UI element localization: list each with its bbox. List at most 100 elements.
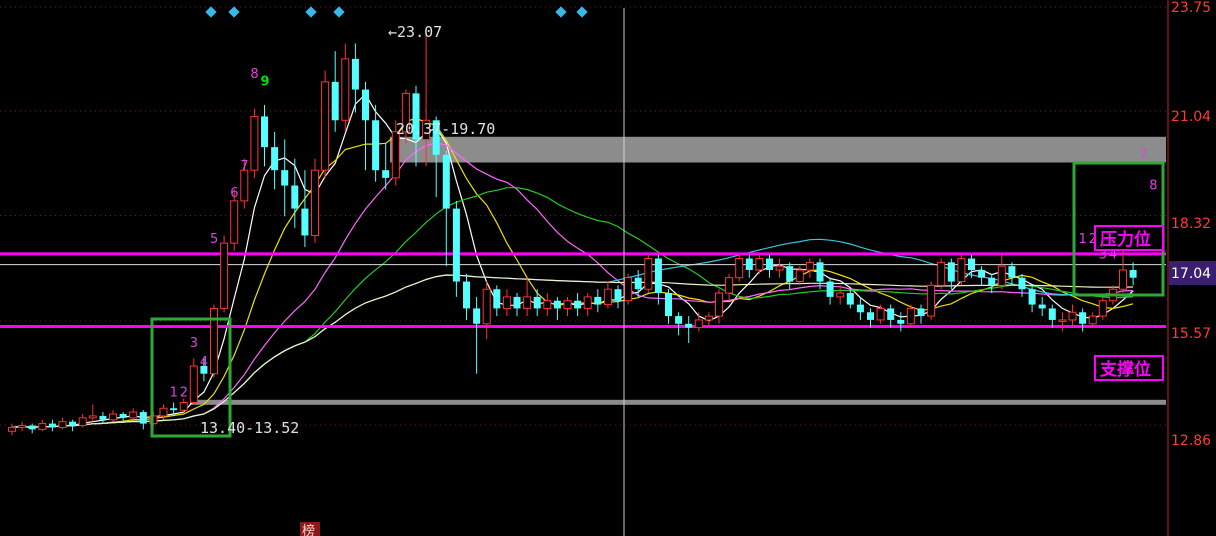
candle-body-21 [220, 242, 229, 309]
candle-body-31 [321, 81, 330, 171]
candle-body-102 [1038, 304, 1046, 309]
price-tick-6: 12.86 [1171, 433, 1211, 449]
candle-body-71 [725, 277, 734, 294]
candle-body-32 [331, 81, 339, 121]
sequence-count-label-3: 4 [200, 355, 208, 370]
candle-body-24 [250, 115, 259, 171]
candle-body-67 [685, 323, 693, 328]
resistance-tag: 压力位 [1100, 229, 1151, 250]
price-tick-1: 23.75 [1171, 0, 1211, 16]
candle-body-63 [644, 257, 653, 290]
candle-body-103 [1048, 308, 1056, 320]
candle-body-17 [179, 401, 188, 411]
candle-body-29 [301, 208, 309, 236]
current-price-label: 17.04 [1171, 266, 1211, 282]
candle-body-64 [654, 258, 662, 294]
candle-body-25 [261, 116, 268, 148]
candle-body-53 [543, 300, 552, 309]
candle-body-37 [382, 170, 390, 178]
candle-body-62 [634, 277, 642, 290]
candle-body-95 [968, 258, 975, 271]
candle-body-89 [906, 307, 915, 325]
candle-body-36 [372, 120, 380, 171]
sequence-count-label-9: 1 [1079, 232, 1087, 247]
candle-body-101 [1028, 289, 1036, 305]
support-tag: 支撑位 [1100, 359, 1151, 380]
candle-body-100 [1018, 277, 1026, 290]
candle-body-94 [957, 257, 966, 283]
candle-body-68 [694, 319, 703, 329]
candle-body-11 [119, 414, 127, 418]
candle-body-111 [1129, 270, 1137, 278]
candle-body-108 [1098, 300, 1107, 317]
sequence-count-label-5: 6 [230, 186, 238, 201]
candle-body-9 [99, 415, 107, 420]
candle-body-10 [109, 413, 117, 421]
sequence-count-label-8: 9 [261, 75, 270, 90]
candle-body-26 [271, 147, 279, 171]
candle-body-5 [58, 421, 67, 428]
candle-body-16 [170, 408, 178, 411]
candle-body-77 [786, 266, 794, 282]
candle-body-56 [574, 300, 582, 309]
candle-body-82 [836, 292, 845, 298]
candle-body-76 [775, 265, 784, 271]
candle-body-90 [917, 308, 925, 317]
bottom-marker: 榜 [302, 523, 315, 536]
candle-body-57 [583, 296, 592, 309]
candle-body-86 [876, 307, 885, 321]
candle-body-72 [735, 257, 744, 279]
candle-body-49 [502, 296, 511, 309]
candle-body-59 [603, 288, 612, 306]
sequence-count-label-1: 2 [180, 386, 188, 401]
candle-body-69 [704, 315, 713, 321]
candle-body-99 [1008, 266, 1016, 278]
candle-body-98 [997, 265, 1006, 286]
candle-body-97 [988, 277, 996, 286]
support-zone-label: 13.40-13.52 [200, 419, 299, 437]
candle-body-48 [493, 289, 501, 309]
candle-body-15 [159, 407, 168, 417]
price-tick-5: 15.57 [1171, 326, 1211, 342]
candle-body-50 [513, 296, 521, 309]
candle-body-45 [463, 281, 470, 309]
candle-body-43 [442, 154, 450, 209]
candle-body-65 [665, 293, 672, 317]
candle-body-88 [897, 319, 905, 324]
candle-body-28 [291, 185, 299, 209]
candle-body-84 [856, 304, 864, 313]
candle-body-4 [48, 423, 56, 428]
sequence-count-label-14: 8 [1149, 178, 1157, 193]
candle-body-52 [533, 296, 541, 309]
resistance-zone-label: 20.37-19.70 [396, 120, 495, 138]
candle-body-79 [805, 261, 814, 271]
candle-body-110 [1119, 269, 1127, 290]
sequence-count-label-13: 7 [1139, 148, 1147, 163]
candle-body-60 [614, 289, 622, 301]
candle-body-7 [78, 417, 87, 427]
candle-body-87 [887, 308, 895, 320]
candle-body-54 [553, 300, 561, 309]
high-price-label: ←23.07 [388, 23, 442, 41]
candle-body-34 [351, 58, 359, 90]
candle-body-74 [755, 257, 764, 271]
candle-body-55 [563, 300, 572, 309]
chart-background [0, 0, 1216, 536]
candle-body-23 [240, 169, 249, 202]
sequence-count-label-0: 1 [170, 386, 178, 401]
candle-body-30 [311, 169, 319, 236]
candle-body-85 [867, 312, 874, 320]
candle-body-33 [341, 58, 350, 121]
candle-body-13 [139, 412, 147, 424]
candle-body-91 [927, 284, 936, 317]
candle-body-92 [937, 261, 946, 286]
candle-body-61 [624, 277, 633, 302]
candle-body-6 [69, 421, 77, 426]
high-price-value: 23.07 [397, 23, 442, 41]
candle-body-27 [281, 170, 289, 186]
candle-body-104 [1058, 319, 1067, 322]
price-zone-1 [390, 136, 1166, 163]
candle-body-66 [675, 316, 683, 324]
candle-body-107 [1088, 315, 1097, 325]
candle-body-105 [1068, 311, 1077, 321]
